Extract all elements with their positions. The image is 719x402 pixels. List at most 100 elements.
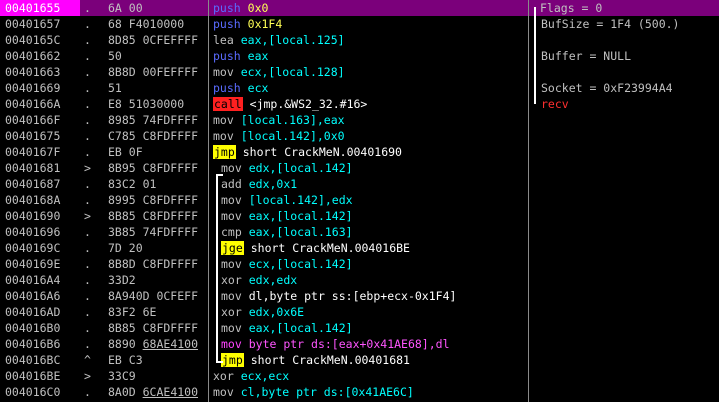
row-gutter	[70, 288, 80, 304]
row-hex-bytes: 8985 74FDFFFF	[108, 113, 199, 127]
row-gutter	[70, 144, 80, 160]
row-hex-bytes: 33D2	[108, 273, 136, 287]
row-disassembly: mov [local.163],eax	[213, 112, 528, 128]
row-mnemonic: push	[213, 49, 241, 63]
row-operands: ecx,ecx	[240, 369, 290, 383]
row-disassembly: mov edx,[local.142]	[213, 160, 536, 176]
column-divider-comments	[528, 0, 529, 402]
row-address: 004016B0	[5, 321, 61, 335]
row-operands: dl,byte ptr ss:[ebp+ecx-0x1F4]	[248, 289, 457, 303]
row-branch-marker: .	[84, 65, 91, 79]
row-operands: cl,byte ptr ds:[0x41AE6C]	[240, 385, 414, 399]
row-gutter	[70, 48, 80, 64]
comment-line	[532, 64, 719, 80]
row-hex-bytes: 51	[108, 81, 122, 95]
row-operands: edx,edx	[248, 273, 298, 287]
row-mnemonic: mov	[221, 193, 242, 207]
disasm-row[interactable]: 004016B6. 8890 68AE4100 mov byte ptr ds:[e…	[0, 336, 719, 352]
row-mnemonic: mov	[213, 65, 234, 79]
disasm-row[interactable]: 0040168A. 8995 C8FDFFFF mov [local.142],ed…	[0, 192, 719, 208]
disasm-row[interactable]: 004016AD. 83F2 6E xor edx,0x6E	[0, 304, 719, 320]
row-hex-bytes: 8D85 0CFEFFFF	[108, 33, 199, 47]
row-branch-marker: .	[84, 113, 91, 127]
row-hex-bytes: 8B85 C8FDFFFF	[108, 321, 199, 335]
row-branch-marker: .	[84, 97, 91, 111]
row-gutter	[70, 96, 80, 112]
disasm-row[interactable]: 004016A4. 33D2 xor edx,edx	[0, 272, 719, 288]
row-operands: eax,[local.125]	[240, 33, 345, 47]
row-disassembly: mov [local.142],edx	[213, 192, 536, 208]
row-mnemonic: mov	[221, 161, 242, 175]
row-disassembly: mov byte ptr ds:[eax+0x41AE68],dl	[213, 336, 536, 352]
row-mnemonic: push	[213, 17, 241, 31]
row-address: 00401696	[5, 225, 61, 239]
row-address: 004016A6	[5, 289, 61, 303]
row-gutter	[70, 192, 80, 208]
row-gutter	[70, 368, 80, 384]
row-address: 0040165C	[5, 33, 61, 47]
disasm-row[interactable]: 004016B0. 8B85 C8FDFFFF mov eax,[local.142…	[0, 320, 719, 336]
row-address: 00401681	[5, 161, 61, 175]
row-gutter	[70, 272, 80, 288]
row-branch-marker: >	[84, 369, 91, 383]
row-disassembly: mov eax,[local.142]	[213, 320, 536, 336]
row-operands: eax,[local.142]	[248, 321, 353, 335]
row-address: 00401675	[5, 129, 61, 143]
row-disassembly: xor edx,0x6E	[213, 304, 536, 320]
row-gutter	[70, 32, 80, 48]
disasm-row[interactable]: 00401675. C785 C8FDFFFF mov [local.142],0x…	[0, 128, 719, 144]
disasm-row[interactable]: 00401687. 83C2 01 add edx,0x1	[0, 176, 719, 192]
row-address: 004016B6	[5, 337, 61, 351]
row-branch-marker: .	[84, 225, 91, 239]
disasm-row[interactable]: 004016C0. 8A0D 6CAE4100 mov cl,byte ptr ds…	[0, 384, 719, 400]
row-mnemonic: xor	[221, 305, 242, 319]
row-disassembly: xor ecx,ecx	[213, 368, 528, 384]
row-hex-bytes: 8B8D 00FEFFFF	[108, 65, 199, 79]
disasm-row[interactable]: 004016BE >33C9 xor ecx,ecx	[0, 368, 719, 384]
comment-line: Buffer = NULL	[541, 49, 632, 63]
disasm-row[interactable]: 0040169C. 7D 20 jge short CrackMeN.004016B…	[0, 240, 719, 256]
jump-loop-arrow	[216, 174, 218, 362]
row-mnemonic: mov	[221, 337, 242, 351]
jump-loop-arrow-top	[216, 174, 223, 176]
row-gutter	[70, 256, 80, 272]
row-address: 0040167F	[5, 145, 61, 159]
disasm-row[interactable]: 0040169E. 8B8D C8FDFFFF mov ecx,[local.142…	[0, 256, 719, 272]
disasm-row[interactable]: 00401681 >8B95 C8FDFFFF mov edx,[local.142…	[0, 160, 719, 176]
cpu-disassembly-pane[interactable]: 00401655. 6A 00 push 0x0 00401657. 68 F40100…	[0, 0, 719, 402]
row-operands: [local.142],0x0	[240, 129, 345, 143]
row-gutter	[70, 112, 80, 128]
row-address: 004016A4	[5, 273, 61, 287]
row-branch-marker: .	[84, 193, 91, 207]
row-mnemonic: xor	[221, 273, 242, 287]
row-address: 0040169C	[5, 241, 61, 255]
row-mnemonic: jge	[221, 241, 244, 255]
row-branch-marker: .	[84, 33, 91, 47]
jump-loop-arrow-bottom	[216, 361, 223, 363]
row-branch-marker: .	[84, 129, 91, 143]
row-disassembly: mov [local.142],0x0	[213, 128, 528, 144]
disasm-row[interactable]: 00401696. 3B85 74FDFFFF cmp eax,[local.163…	[0, 224, 719, 240]
disasm-row[interactable]: 0040167F. EB 0F jmp short CrackMeN.0040169…	[0, 144, 719, 160]
disasm-row[interactable]: 004016BC ^ EB C3 jmp short CrackMeN.0040168…	[0, 352, 719, 368]
row-branch-marker: .	[84, 273, 91, 287]
row-hex-bytes: C785 C8FDFFFF	[108, 129, 199, 143]
row-hex-bytes: EB 0F	[108, 145, 143, 159]
row-operands: short CrackMeN.004016BE	[250, 241, 410, 255]
row-address: 00401687	[5, 177, 61, 191]
row-disassembly: add edx,0x1	[213, 176, 536, 192]
row-mnemonic: mov	[221, 321, 242, 335]
row-hex-bytes: EB C3	[108, 353, 143, 367]
row-branch-marker: .	[84, 321, 91, 335]
disasm-row[interactable]: 00401690 >8B85 C8FDFFFF mov eax,[local.142…	[0, 208, 719, 224]
row-address: 0040166A	[5, 97, 61, 111]
row-address: 00401663	[5, 65, 61, 79]
row-operands: 0x0	[247, 1, 269, 15]
row-address: 0040169E	[5, 257, 61, 271]
row-address: 004016AD	[5, 305, 61, 319]
row-mnemonic: add	[221, 177, 242, 191]
row-disassembly: call <jmp.&WS2_32.#16>	[213, 96, 528, 112]
disasm-row[interactable]: 0040166F. 8985 74FDFFFF mov [local.163],ea…	[0, 112, 719, 128]
row-branch-marker: >	[84, 209, 91, 223]
disasm-row[interactable]: 004016A6. 8A940D 0CFEFF mov dl,byte ptr ss…	[0, 288, 719, 304]
